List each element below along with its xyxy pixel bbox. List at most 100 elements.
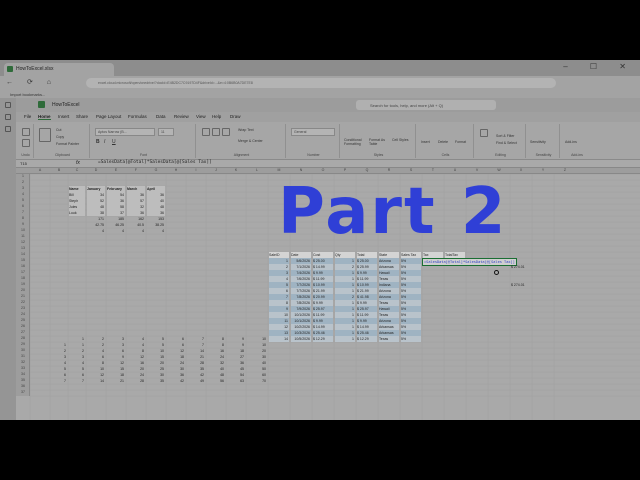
column-header-a[interactable]: A <box>30 168 50 172</box>
format-painter-button[interactable]: Format Painter <box>56 142 79 146</box>
row-header-25[interactable]: 25 <box>16 318 30 322</box>
sales-qty[interactable]: 1 <box>335 336 355 342</box>
mult-cell[interactable]: 7 <box>51 378 67 384</box>
tab-insert[interactable]: Insert <box>58 114 69 119</box>
font-size-select[interactable]: 11 <box>158 128 174 136</box>
column-header-n[interactable]: N <box>290 168 312 172</box>
column-header-c[interactable]: C <box>68 168 86 172</box>
row-header-14[interactable]: 14 <box>16 252 30 256</box>
table1-count[interactable]: 4 <box>107 228 125 234</box>
column-header-u[interactable]: U <box>444 168 466 172</box>
row-header-33[interactable]: 33 <box>16 366 30 370</box>
row-header-27[interactable]: 27 <box>16 330 30 334</box>
sales-id[interactable]: 14 <box>269 336 289 342</box>
tab-help[interactable]: Help <box>212 114 221 119</box>
column-header-o[interactable]: O <box>312 168 334 172</box>
browser-tab[interactable]: HowToExcel.xlsx <box>4 63 114 76</box>
mult-cell[interactable]: 7 <box>69 378 85 384</box>
column-header-t[interactable]: T <box>422 168 444 172</box>
column-header-l[interactable]: L <box>246 168 268 172</box>
italic-button[interactable]: I <box>104 139 105 145</box>
bold-button[interactable]: B <box>96 139 100 145</box>
row-header-21[interactable]: 21 <box>16 294 30 298</box>
table1-count[interactable]: 4 <box>127 228 145 234</box>
column-header-h[interactable]: H <box>166 168 186 172</box>
row-header-3[interactable]: 3 <box>16 186 30 190</box>
file-name[interactable]: HowToExcel <box>52 102 80 108</box>
column-header-v[interactable]: V <box>466 168 488 172</box>
row-header-35[interactable]: 35 <box>16 378 30 382</box>
addins-button[interactable]: Add-ins <box>565 140 577 144</box>
row-header-5[interactable]: 5 <box>16 198 30 202</box>
row-header-26[interactable]: 26 <box>16 324 30 328</box>
mult-cell[interactable]: 14 <box>87 378 105 384</box>
column-header-y[interactable]: Y <box>532 168 554 172</box>
row-header-11[interactable]: 11 <box>16 234 30 238</box>
url-input[interactable]: excel.cloud.microsoft/open/onedrive/?doc… <box>86 78 556 88</box>
sales-state[interactable]: Texas <box>379 336 399 342</box>
mult-cell[interactable]: 35 <box>147 378 165 384</box>
cut-button[interactable]: Cut <box>56 128 61 132</box>
tab-review[interactable]: Review <box>174 114 189 119</box>
row-header-8[interactable]: 8 <box>16 216 30 220</box>
align-center-icon[interactable] <box>212 128 220 136</box>
table1-cell[interactable]: Luuk <box>69 210 85 216</box>
column-header-j[interactable]: J <box>206 168 226 172</box>
tab-data[interactable]: Data <box>156 114 166 119</box>
autosum-icon[interactable] <box>480 129 488 137</box>
underline-button[interactable]: U <box>112 139 116 145</box>
sensitivity-button[interactable]: Sensitivity <box>530 140 546 144</box>
sales-cost[interactable]: $ 12.29 <box>313 336 333 342</box>
column-header-q[interactable]: Q <box>356 168 378 172</box>
side-value[interactable]: $ 274.01 <box>511 282 553 288</box>
cell-edit-box[interactable]: =SalesData[@Total]*SalesData[@[Sales Tax… <box>422 258 517 266</box>
column-header-s[interactable]: S <box>400 168 422 172</box>
row-header-17[interactable]: 17 <box>16 270 30 274</box>
column-header-w[interactable]: W <box>488 168 510 172</box>
row-header-7[interactable]: 7 <box>16 210 30 214</box>
mult-cell[interactable]: 42 <box>167 378 185 384</box>
formula-input[interactable]: =SalesData[@Total]*SalesData[@[Sales Tax… <box>98 160 212 165</box>
sales-tax[interactable]: 5% <box>401 336 421 342</box>
sales-total[interactable]: $ 12.29 <box>357 336 377 342</box>
column-header-g[interactable]: G <box>146 168 166 172</box>
row-header-9[interactable]: 9 <box>16 222 30 226</box>
column-header-k[interactable]: K <box>226 168 246 172</box>
row-header-15[interactable]: 15 <box>16 258 30 262</box>
column-header-e[interactable]: E <box>106 168 126 172</box>
tab-draw[interactable]: Draw <box>230 114 241 119</box>
nav-buttons[interactable]: ← ⟳ ⌂ <box>6 78 57 86</box>
home-icon[interactable] <box>5 102 11 108</box>
row-header-4[interactable]: 4 <box>16 192 30 196</box>
mult-cell[interactable]: 56 <box>207 378 225 384</box>
fx-icon[interactable]: fx <box>76 160 80 166</box>
tab-home[interactable]: Home <box>38 114 51 120</box>
name-box[interactable]: T15 <box>20 161 60 167</box>
row-header-19[interactable]: 19 <box>16 282 30 286</box>
window-controls[interactable]: – ☐ ✕ <box>563 62 636 71</box>
row-header-37[interactable]: 37 <box>16 390 30 394</box>
row-header-1[interactable]: 1 <box>16 174 30 178</box>
row-header-10[interactable]: 10 <box>16 228 30 232</box>
insert-button[interactable]: Insert <box>421 140 430 144</box>
row-header-30[interactable]: 30 <box>16 348 30 352</box>
search-input[interactable]: Search for tools, help, and more (Alt + … <box>356 100 496 110</box>
row-header-13[interactable]: 13 <box>16 246 30 250</box>
column-header-x[interactable]: X <box>510 168 532 172</box>
row-header-24[interactable]: 24 <box>16 312 30 316</box>
column-header-d[interactable]: D <box>86 168 106 172</box>
row-header-6[interactable]: 6 <box>16 204 30 208</box>
row-header-36[interactable]: 36 <box>16 384 30 388</box>
row-header-32[interactable]: 32 <box>16 360 30 364</box>
column-header-p[interactable]: P <box>334 168 356 172</box>
column-header-m[interactable]: M <box>268 168 290 172</box>
wrap-text-button[interactable]: Wrap Text <box>238 128 254 132</box>
row-header-31[interactable]: 31 <box>16 354 30 358</box>
row-header-18[interactable]: 18 <box>16 276 30 280</box>
row-header-29[interactable]: 29 <box>16 342 30 346</box>
column-header-r[interactable]: R <box>378 168 400 172</box>
tab-formulas[interactable]: Formulas <box>128 114 147 119</box>
bookmarks-bar[interactable]: Import bookmarks... <box>0 90 640 98</box>
tab-share[interactable]: Share <box>76 114 88 119</box>
format-button[interactable]: Format <box>455 140 466 144</box>
